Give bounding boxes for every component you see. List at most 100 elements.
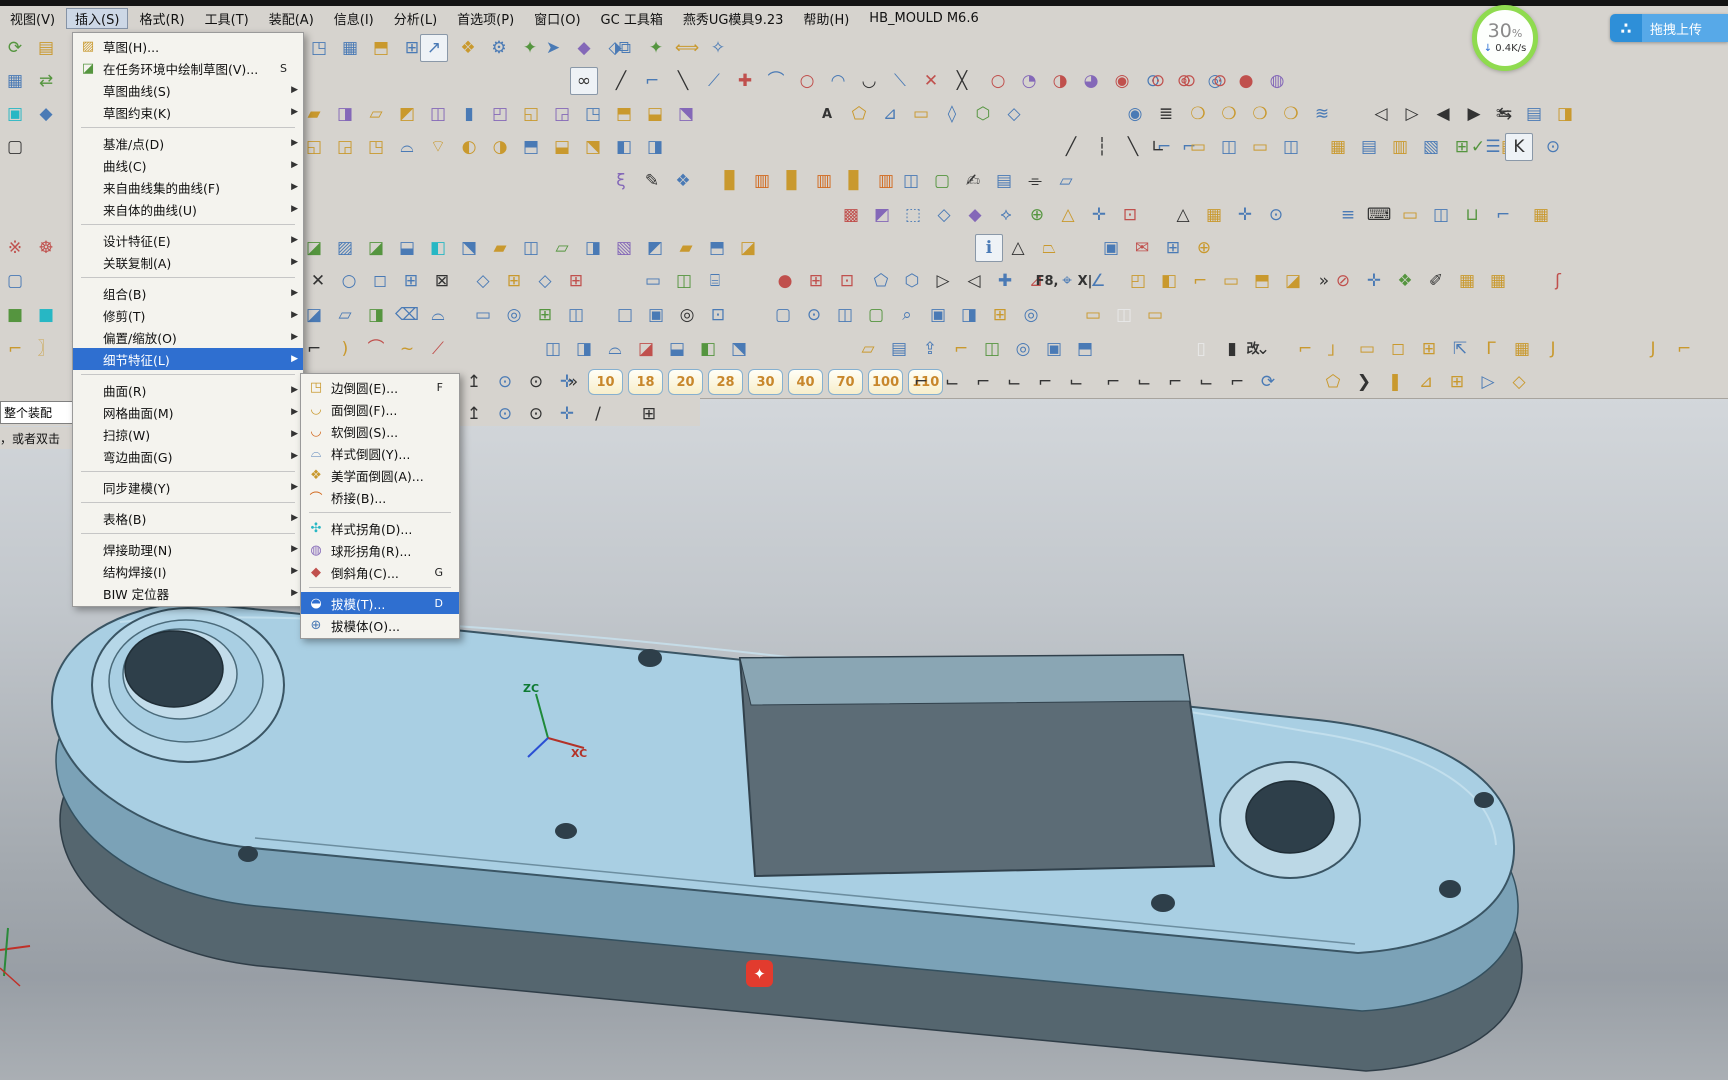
toolbar-icon[interactable]: ⊙ bbox=[492, 369, 518, 395]
toolbar-icon[interactable]: ◫ bbox=[898, 168, 924, 194]
toolbar-icon[interactable]: ▤ bbox=[886, 336, 912, 362]
toolbar-icon[interactable]: △ bbox=[1055, 202, 1081, 228]
toolbar-icon[interactable]: ▦ bbox=[2, 68, 28, 94]
toolbar-icon[interactable]: ʃ bbox=[1545, 268, 1571, 294]
toolbar-icon[interactable]: J bbox=[1540, 336, 1566, 362]
toolbar-icon[interactable]: ⬒ bbox=[704, 235, 730, 261]
toolbar-icon[interactable]: ▭ bbox=[1218, 268, 1244, 294]
toolbar-icon[interactable]: ⌙ bbox=[1001, 369, 1027, 395]
toolbar-icon[interactable]: ⬒ bbox=[1249, 268, 1275, 294]
toolbar-icon[interactable]: ⟳ bbox=[2, 35, 28, 61]
menubar-item-4[interactable]: 装配(A) bbox=[260, 8, 323, 29]
toolbar-icon[interactable]: ~ bbox=[394, 336, 420, 362]
toolbar-icon[interactable]: ◎ bbox=[1018, 302, 1044, 328]
toolbar-icon[interactable]: ◫ bbox=[671, 268, 697, 294]
toolbar-icon[interactable]: ✍ bbox=[960, 168, 986, 194]
toolbar-icon[interactable]: ◪ bbox=[633, 336, 659, 362]
toolbar-icon[interactable]: ▭ bbox=[1142, 302, 1168, 328]
toolbar-icon[interactable]: ● bbox=[1233, 68, 1259, 94]
toolbar-icon[interactable]: ⌙ bbox=[1131, 369, 1157, 395]
toolbar-icon[interactable]: ▥ bbox=[811, 168, 837, 194]
toolbar-icon[interactable]: ✛ bbox=[1086, 202, 1112, 228]
insert-menu-item-19[interactable]: 网格曲面(M)▶ bbox=[73, 401, 303, 423]
toolbar-icon[interactable]: ℹ bbox=[975, 234, 1003, 262]
toolbar-icon[interactable]: ◫ bbox=[1278, 134, 1304, 160]
toolbar-icon[interactable]: ▧ bbox=[1418, 134, 1444, 160]
toolbar-icon[interactable]: ◇ bbox=[470, 268, 496, 294]
toolbar-icon[interactable]: ◧ bbox=[695, 336, 721, 362]
toolbar-icon[interactable]: ※ bbox=[2, 235, 28, 261]
toolbar-icon[interactable]: ◊ bbox=[939, 101, 965, 127]
toolbar-icon[interactable]: ▢ bbox=[929, 168, 955, 194]
size-button-18[interactable]: 18 bbox=[628, 369, 663, 395]
insert-menu-item-20[interactable]: 扫掠(W)▶ bbox=[73, 423, 303, 445]
menubar-item-12[interactable]: HB_MOULD M6.6 bbox=[860, 10, 987, 27]
toolbar-icon[interactable]: ▱ bbox=[1053, 168, 1079, 194]
toolbar-icon[interactable]: ◨ bbox=[571, 336, 597, 362]
toolbar-icon[interactable]: ◠ bbox=[825, 68, 851, 94]
toolbar-icon[interactable]: ◫ bbox=[1111, 302, 1137, 328]
toolbar-icon[interactable]: ◐ bbox=[456, 134, 482, 160]
toolbar-icon[interactable]: ⊞ bbox=[501, 268, 527, 294]
toolbar-icon[interactable]: ◧ bbox=[611, 134, 637, 160]
toolbar-icon[interactable]: ⊙ bbox=[1176, 68, 1202, 94]
toolbar-icon[interactable]: ▤ bbox=[33, 35, 59, 61]
toolbar-icon[interactable]: ≡ bbox=[1335, 202, 1361, 228]
insert-menu-item-18[interactable]: 曲面(R)▶ bbox=[73, 379, 303, 401]
toolbar-icon[interactable]: ◧ bbox=[425, 235, 451, 261]
toolbar-icon[interactable]: ╱ bbox=[608, 68, 634, 94]
insert-menu-item-21[interactable]: 弯边曲面(G)▶ bbox=[73, 445, 303, 467]
toolbar-icon[interactable]: ┆ bbox=[1089, 134, 1115, 160]
menubar-item-9[interactable]: GC 工具箱 bbox=[592, 8, 672, 29]
toolbar-icon[interactable]: ○ bbox=[794, 68, 820, 94]
toolbar-icon[interactable]: ◪ bbox=[301, 235, 327, 261]
toolbar-icon[interactable]: ∞ bbox=[570, 67, 598, 95]
toolbar-icon[interactable]: ⌯ bbox=[1022, 168, 1048, 194]
toolbar-icon[interactable]: ◁ bbox=[961, 268, 987, 294]
toolbar-icon[interactable]: ◫ bbox=[540, 336, 566, 362]
toolbar-icon[interactable]: ▦ bbox=[1528, 202, 1554, 228]
menubar-item-3[interactable]: 工具(T) bbox=[196, 8, 258, 29]
toolbar-icon[interactable]: ⬒ bbox=[518, 134, 544, 160]
toolbar-icon[interactable]: ◆ bbox=[33, 101, 59, 127]
toolbar-icon[interactable]: ▦ bbox=[1454, 268, 1480, 294]
toolbar-icon[interactable]: ◎ bbox=[674, 302, 700, 328]
toolbar-icon[interactable]: ▥ bbox=[873, 168, 899, 194]
toolbar-icon[interactable]: ⬡ bbox=[899, 268, 925, 294]
toolbar-icon[interactable]: ▢ bbox=[2, 134, 28, 160]
toolbar-icon[interactable]: ↥ bbox=[461, 401, 487, 427]
toolbar-icon[interactable]: ○ bbox=[985, 68, 1011, 94]
size-button-30[interactable]: 30 bbox=[748, 369, 783, 395]
toolbar-icon[interactable]: ≣ bbox=[1153, 101, 1179, 127]
toolbar-icon[interactable]: ▷ bbox=[1399, 101, 1425, 127]
detail-submenu-item-1[interactable]: ◡面倒圆(F)... bbox=[301, 398, 459, 420]
toolbar-icon[interactable]: ⊕ bbox=[1024, 202, 1050, 228]
toolbar-icon[interactable]: ▣ bbox=[643, 302, 669, 328]
toolbar-icon[interactable]: ➤ bbox=[540, 35, 566, 61]
toolbar-icon[interactable]: ▊ bbox=[842, 168, 868, 194]
toolbar-icon[interactable]: ⊞ bbox=[1160, 235, 1186, 261]
toolbar-icon[interactable]: ▊ bbox=[780, 168, 806, 194]
toolbar-icon[interactable]: ▭ bbox=[640, 268, 666, 294]
toolbar-icon[interactable]: ◫ bbox=[425, 101, 451, 127]
toolbar-icon[interactable]: ◰ bbox=[487, 101, 513, 127]
toolbar-icon[interactable]: ◇ bbox=[1506, 369, 1532, 395]
toolbar-icon[interactable]: ❖ bbox=[455, 35, 481, 61]
toolbar-icon[interactable]: A bbox=[812, 101, 842, 127]
toolbar-icon[interactable]: ✉ bbox=[1129, 235, 1155, 261]
toolbar-icon[interactable]: ◱ bbox=[301, 134, 327, 160]
toolbar-icon[interactable]: ◫ bbox=[1216, 134, 1242, 160]
toolbar-icon[interactable]: ⟋ bbox=[425, 336, 451, 362]
toolbar-icon[interactable]: ◡ bbox=[856, 68, 882, 94]
toolbar-icon[interactable]: ⌒ bbox=[363, 336, 389, 362]
toolbar-icon[interactable]: ✂ bbox=[1490, 101, 1516, 127]
insert-menu-item-25[interactable]: 表格(B)▶ bbox=[73, 507, 303, 529]
toolbar-icon[interactable]: ⌐ bbox=[1671, 336, 1697, 362]
toolbar-icon[interactable]: ⌐ bbox=[1100, 369, 1126, 395]
toolbar-icon[interactable]: X| bbox=[1070, 268, 1100, 294]
netspeed-badge[interactable]: 30% ↓ 0.4K/s bbox=[1472, 5, 1538, 71]
toolbar-icon[interactable]: ▭ bbox=[1247, 134, 1273, 160]
toolbar-icon[interactable]: ⌓ bbox=[602, 336, 628, 362]
detail-submenu-item-0[interactable]: ◳边倒圆(E)...F bbox=[301, 376, 459, 398]
toolbar-icon[interactable]: ✕ bbox=[305, 268, 331, 294]
